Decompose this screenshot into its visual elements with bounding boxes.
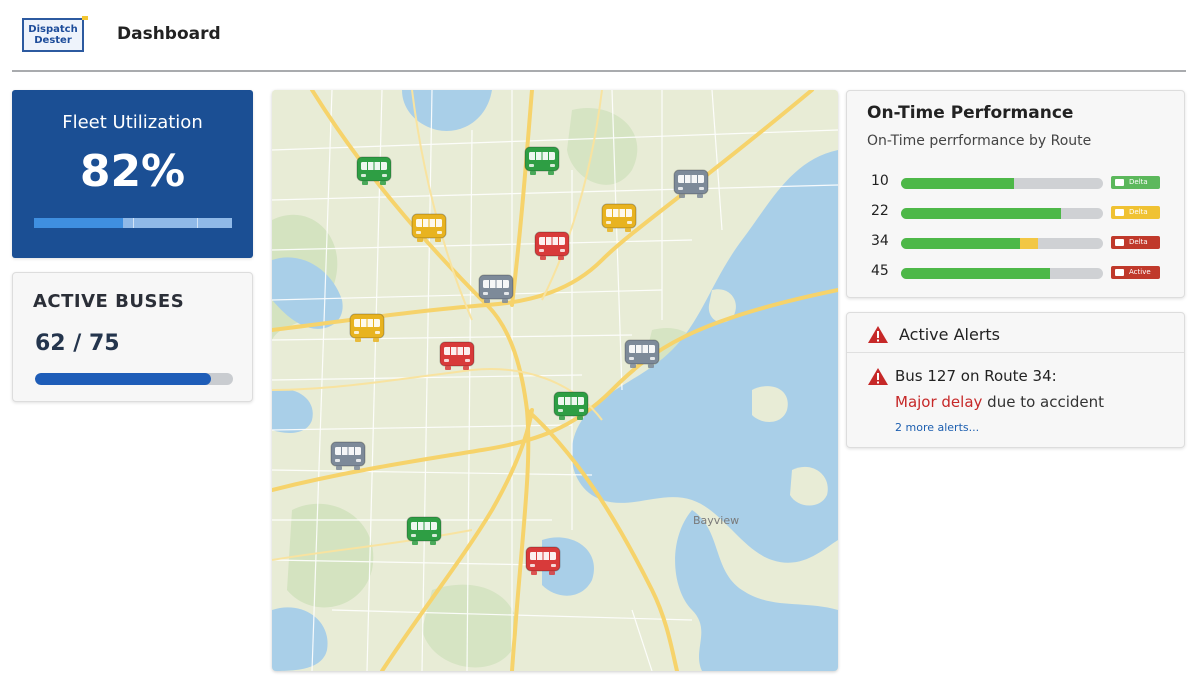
fleet-bar-divider: [133, 218, 134, 228]
otp-bar: [901, 208, 1103, 219]
otp-bar-ontime-segment: [901, 238, 1021, 249]
bus-icon[interactable]: [533, 230, 571, 262]
alerts-header: Active Alerts: [847, 313, 1184, 353]
fleet-utilization-value: 82%: [79, 146, 186, 197]
header: Dispatch Dester Dashboard: [0, 0, 1192, 72]
alert-bus-route: Bus 127 on Route 34:: [895, 367, 1057, 385]
fleet-utilization-card: Fleet Utilization 82%: [12, 90, 253, 258]
bus-icon[interactable]: [410, 212, 448, 244]
otp-bar-ontime-segment: [901, 268, 1051, 279]
otp-route-number: 45: [871, 263, 889, 279]
fleet-map[interactable]: Bayview: [272, 90, 838, 671]
otp-status-badge: Delta: [1111, 176, 1160, 189]
bus-icon[interactable]: [405, 515, 443, 547]
active-alerts-card: Active Alerts Bus 127 on Route 34: Major…: [846, 312, 1185, 448]
bus-icon[interactable]: [438, 340, 476, 372]
warning-triangle-icon: [868, 368, 888, 385]
active-buses-bar-fill: [35, 373, 212, 385]
otp-bar-delay-segment: [1020, 238, 1039, 249]
otp-row[interactable]: 10 Delta: [867, 173, 1167, 193]
bus-icon[interactable]: [524, 545, 562, 577]
otp-bar-ontime-segment: [901, 178, 1015, 189]
otp-row[interactable]: 22 Delta: [867, 203, 1167, 223]
header-divider: [12, 70, 1186, 72]
alert-description: Major delay due to accident: [895, 393, 1104, 411]
active-buses-bar: [35, 373, 233, 385]
warning-triangle-icon: [868, 326, 888, 343]
more-alerts-link[interactable]: 2 more alerts...: [895, 421, 979, 434]
alert-cause: due to accident: [982, 393, 1105, 411]
otp-row[interactable]: 34 Delta: [867, 233, 1167, 253]
bus-icon[interactable]: [355, 155, 393, 187]
alert-severity: Major delay: [895, 393, 983, 411]
fleet-utilization-bar: [34, 218, 232, 228]
active-buses-value: 62 / 75: [35, 331, 120, 356]
fleet-bar-divider: [197, 218, 198, 228]
active-buses-title: ACTIVE BUSES: [33, 291, 185, 312]
otp-route-number: 34: [871, 233, 889, 249]
bus-icon[interactable]: [672, 168, 710, 200]
otp-bar: [901, 268, 1103, 279]
active-buses-card: ACTIVE BUSES 62 / 75: [12, 272, 253, 402]
bus-icon[interactable]: [623, 338, 661, 370]
otp-bar-ontime-segment: [901, 208, 1061, 219]
otp-subtitle: On-Time perrformance by Route: [867, 133, 1092, 149]
bus-icon[interactable]: [329, 440, 367, 472]
bus-icon[interactable]: [552, 390, 590, 422]
bus-icon[interactable]: [600, 202, 638, 234]
otp-bar: [901, 178, 1103, 189]
otp-status-badge: Delta: [1111, 206, 1160, 219]
otp-status-badge: Delta: [1111, 236, 1160, 249]
otp-bar: [901, 238, 1103, 249]
on-time-performance-card: On-Time Performance On-Time perrformance…: [846, 90, 1185, 298]
bus-icon[interactable]: [523, 145, 561, 177]
page-title: Dashboard: [117, 24, 221, 44]
app-logo[interactable]: Dispatch Dester: [22, 16, 88, 52]
bus-icon[interactable]: [477, 273, 515, 305]
otp-route-number: 10: [871, 173, 889, 189]
otp-title: On-Time Performance: [867, 103, 1074, 123]
logo-text-line2: Dester: [34, 35, 72, 46]
fleet-utilization-bar-fill: [34, 218, 124, 228]
logo-text-line1: Dispatch: [28, 24, 78, 35]
bus-icon[interactable]: [348, 312, 386, 344]
fleet-utilization-title: Fleet Utilization: [62, 112, 203, 133]
otp-route-number: 22: [871, 203, 889, 219]
otp-row[interactable]: 45 Active: [867, 263, 1167, 283]
map-label-bayview: Bayview: [693, 514, 740, 527]
otp-status-badge: Active: [1111, 266, 1160, 279]
alerts-title: Active Alerts: [899, 325, 1000, 344]
